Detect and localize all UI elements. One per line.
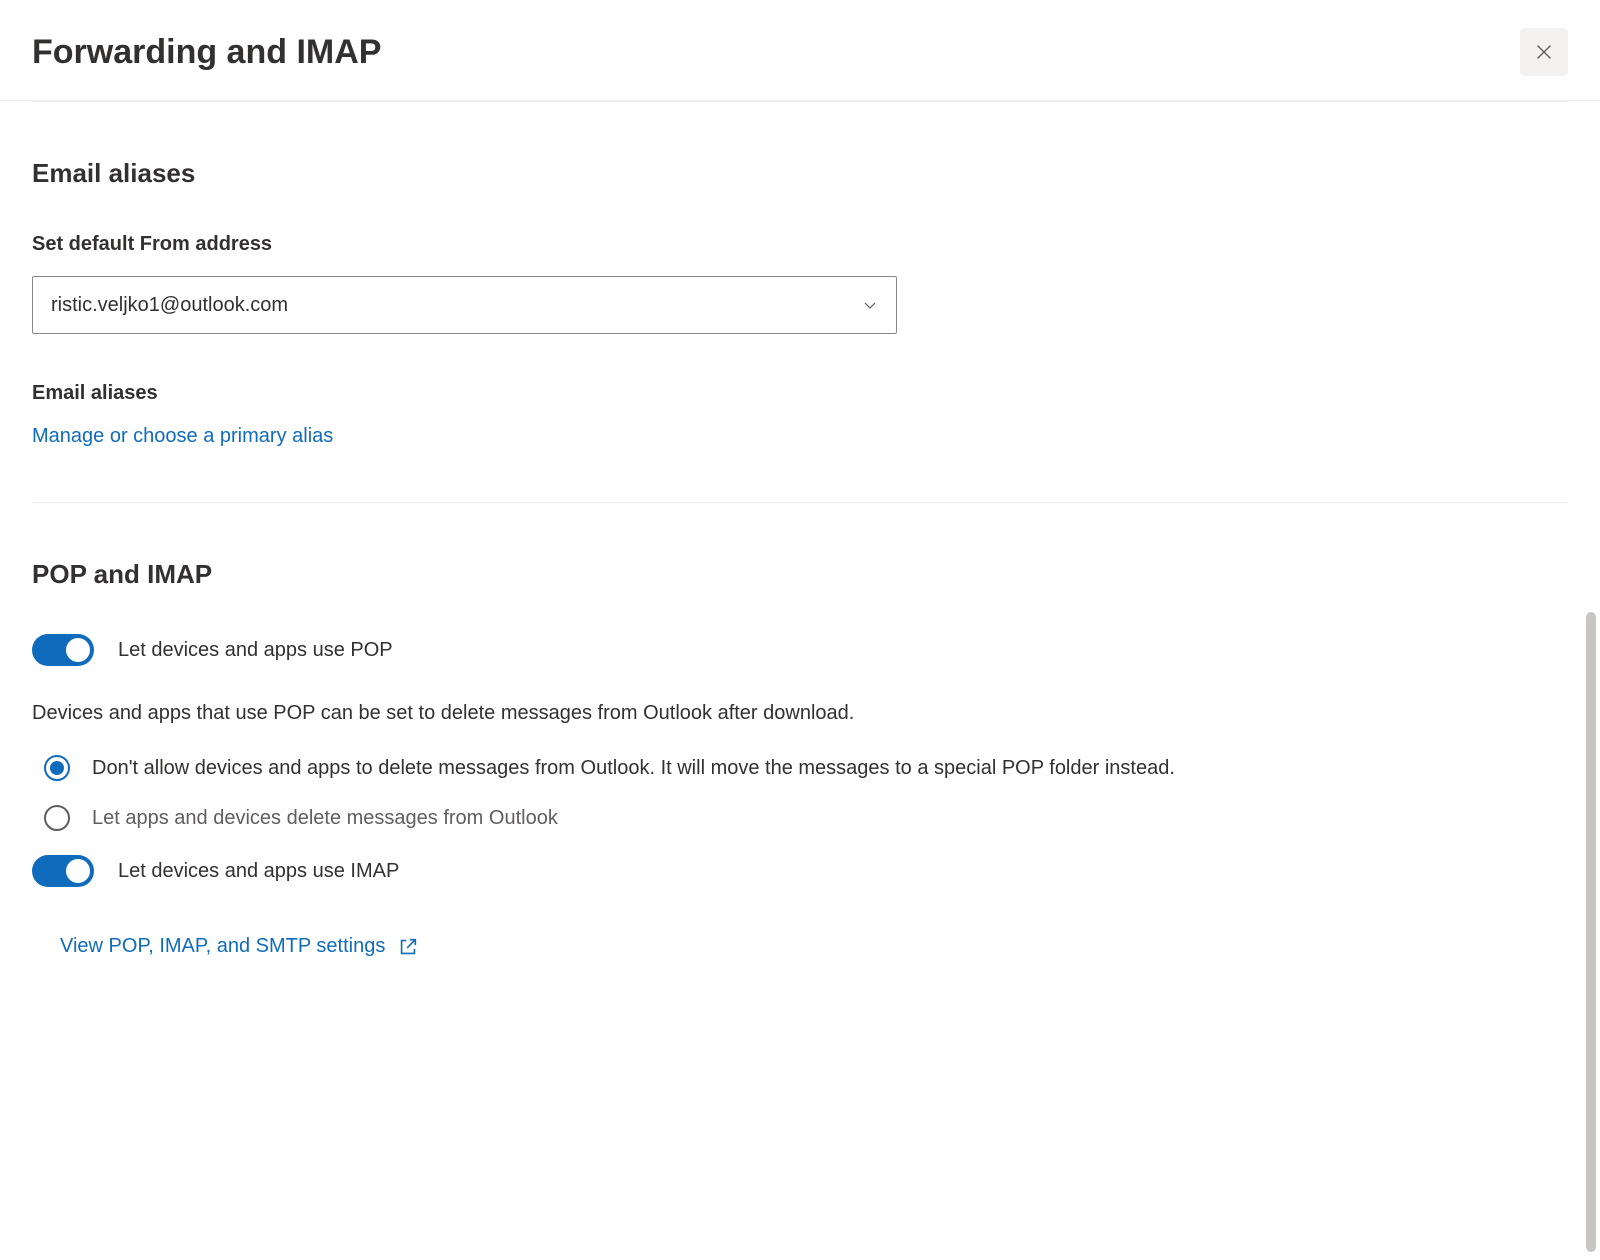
close-button[interactable] <box>1520 28 1568 76</box>
external-link-icon <box>397 936 419 958</box>
radio-dont-allow-delete[interactable] <box>44 755 70 781</box>
section-title-pop-imap: POP and IMAP <box>32 559 1568 590</box>
default-from-label: Set default From address <box>32 233 1568 256</box>
close-icon <box>1533 41 1555 63</box>
imap-toggle[interactable] <box>32 855 94 887</box>
radio-dont-allow-label: Don't allow devices and apps to delete m… <box>92 757 1175 780</box>
view-pop-imap-smtp-link[interactable]: View POP, IMAP, and SMTP settings <box>60 935 385 958</box>
email-aliases-label: Email aliases <box>32 382 1568 405</box>
manage-alias-link[interactable]: Manage or choose a primary alias <box>32 425 333 447</box>
radio-allow-label: Let apps and devices delete messages fro… <box>92 807 558 830</box>
page-title: Forwarding and IMAP <box>32 33 381 72</box>
scrollbar-thumb[interactable] <box>1586 612 1596 1252</box>
section-title-aliases: Email aliases <box>32 158 1568 189</box>
pop-description: Devices and apps that use POP can be set… <box>32 702 1568 725</box>
chevron-down-icon <box>862 297 878 313</box>
pop-toggle-row: Let devices and apps use POP <box>32 634 1568 666</box>
selected-email-value: ristic.veljko1@outlook.com <box>51 294 288 317</box>
radio-row-allow: Let apps and devices delete messages fro… <box>44 805 1568 831</box>
pop-delete-radio-group: Don't allow devices and apps to delete m… <box>44 755 1568 831</box>
default-from-select[interactable]: ristic.veljko1@outlook.com <box>32 276 897 334</box>
radio-allow-delete[interactable] <box>44 805 70 831</box>
pop-imap-section: POP and IMAP Let devices and apps use PO… <box>32 503 1568 1012</box>
view-settings-link-row: View POP, IMAP, and SMTP settings <box>60 935 1568 958</box>
dialog-header: Forwarding and IMAP <box>0 0 1600 101</box>
content-area: Email aliases Set default From address r… <box>0 102 1600 1012</box>
imap-toggle-label: Let devices and apps use IMAP <box>118 860 399 883</box>
default-from-select-wrapper: ristic.veljko1@outlook.com <box>32 276 897 334</box>
email-aliases-section: Email aliases Set default From address r… <box>32 102 1568 503</box>
imap-toggle-row: Let devices and apps use IMAP <box>32 855 1568 887</box>
radio-row-dont-allow: Don't allow devices and apps to delete m… <box>44 755 1568 781</box>
pop-toggle-label: Let devices and apps use POP <box>118 639 393 662</box>
pop-toggle[interactable] <box>32 634 94 666</box>
